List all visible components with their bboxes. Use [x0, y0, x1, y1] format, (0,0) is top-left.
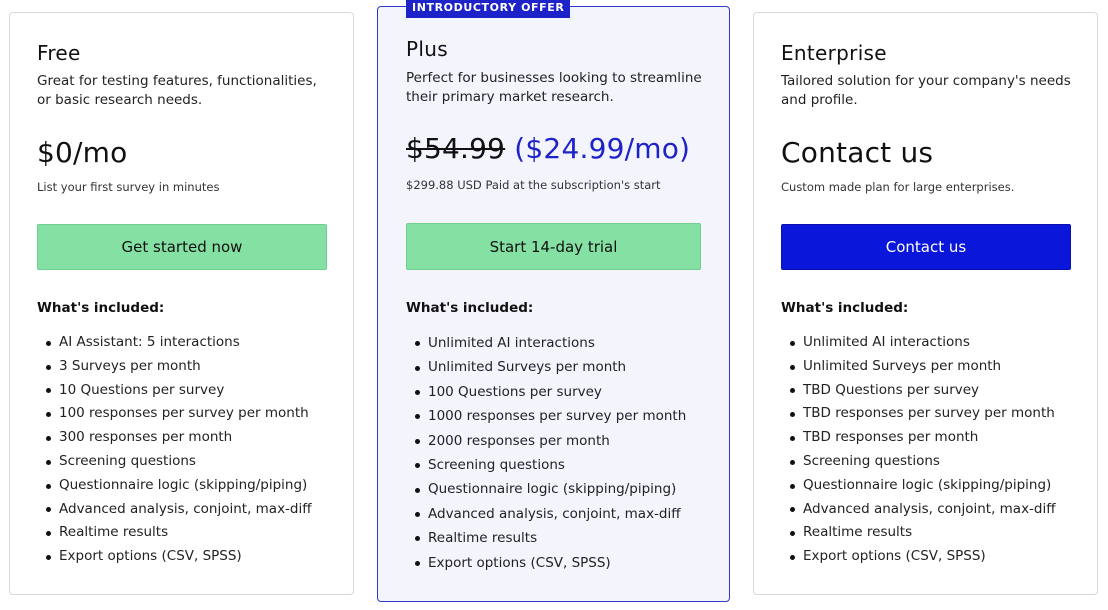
feature-item: TBD Questions per survey — [781, 379, 1091, 403]
plan-name: Free — [37, 41, 81, 65]
feature-item: Screening questions — [37, 450, 347, 474]
feature-item: Advanced analysis, conjoint, max-diff — [781, 498, 1091, 522]
original-price: $54.99 — [406, 132, 506, 165]
start-trial-button[interactable]: Start 14-day trial — [406, 223, 701, 270]
plan-name: Plus — [406, 37, 448, 61]
included-heading: What's included: — [37, 300, 165, 316]
plan-price: Contact us — [781, 136, 934, 169]
feature-item: Screening questions — [406, 453, 721, 477]
plan-card-enterprise: Enterprise Tailored solution for your co… — [753, 12, 1098, 595]
included-heading: What's included: — [781, 300, 909, 316]
feature-item: Realtime results — [781, 521, 1091, 545]
get-started-button[interactable]: Get started now — [37, 224, 327, 270]
plan-description: Great for testing features, functionalit… — [37, 73, 317, 108]
feature-item: Questionnaire logic (skipping/piping) — [781, 474, 1091, 498]
plan-card-free: Free Great for testing features, functio… — [9, 12, 354, 595]
plan-price-note: List your first survey in minutes — [37, 180, 220, 194]
feature-item: Questionnaire logic (skipping/piping) — [406, 477, 721, 501]
feature-item: Export options (CSV, SPSS) — [37, 545, 347, 569]
feature-item: 3 Surveys per month — [37, 355, 347, 379]
feature-item: Screening questions — [781, 450, 1091, 474]
feature-list: AI Assistant: 5 interactions 3 Surveys p… — [37, 331, 347, 569]
feature-item: TBD responses per month — [781, 426, 1091, 450]
feature-item: 100 responses per survey per month — [37, 402, 347, 426]
feature-list: Unlimited AI interactions Unlimited Surv… — [406, 331, 721, 575]
plan-price-note: $299.88 USD Paid at the subscription's s… — [406, 178, 661, 192]
plan-price-note: Custom made plan for large enterprises. — [781, 180, 1015, 194]
feature-item: 1000 responses per survey per month — [406, 404, 721, 428]
feature-item: AI Assistant: 5 interactions — [37, 331, 347, 355]
plan-name: Enterprise — [781, 41, 887, 65]
feature-item: TBD responses per survey per month — [781, 402, 1091, 426]
discounted-price: ($24.99/mo) — [514, 132, 691, 165]
feature-item: Unlimited AI interactions — [406, 331, 721, 355]
feature-item: Unlimited Surveys per month — [781, 355, 1091, 379]
feature-item: Unlimited Surveys per month — [406, 355, 721, 379]
plan-price: $54.99 ($24.99/mo) — [406, 132, 690, 166]
feature-item: 100 Questions per survey — [406, 380, 721, 404]
feature-item: Unlimited AI interactions — [781, 331, 1091, 355]
feature-item: Realtime results — [37, 521, 347, 545]
feature-item: Realtime results — [406, 526, 721, 550]
included-heading: What's included: — [406, 300, 534, 316]
feature-item: Export options (CSV, SPSS) — [406, 551, 721, 575]
plan-card-plus: INTRODUCTORY OFFER Plus Perfect for busi… — [377, 0, 730, 602]
plan-description: Perfect for businesses looking to stream… — [406, 70, 702, 105]
feature-item: 300 responses per month — [37, 426, 347, 450]
feature-item: Questionnaire logic (skipping/piping) — [37, 474, 347, 498]
contact-us-button[interactable]: Contact us — [781, 224, 1071, 270]
feature-item: Advanced analysis, conjoint, max-diff — [406, 502, 721, 526]
plan-description: Tailored solution for your company's nee… — [781, 73, 1071, 108]
introductory-offer-badge: INTRODUCTORY OFFER — [406, 0, 571, 18]
feature-list: Unlimited AI interactions Unlimited Surv… — [781, 331, 1091, 569]
feature-item: 10 Questions per survey — [37, 379, 347, 403]
feature-item: Advanced analysis, conjoint, max-diff — [37, 498, 347, 522]
plan-price: $0/mo — [37, 136, 128, 169]
feature-item: Export options (CSV, SPSS) — [781, 545, 1091, 569]
feature-item: 2000 responses per month — [406, 429, 721, 453]
